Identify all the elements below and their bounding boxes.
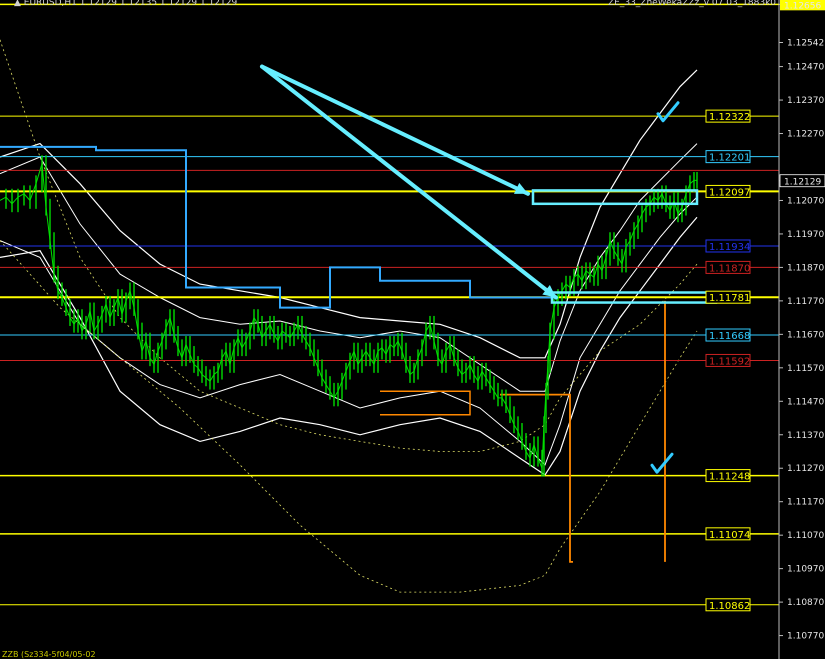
- level-label-level-cyan-2: 1.11668: [709, 331, 750, 342]
- axis-tick-label: 1.10970: [787, 565, 824, 575]
- level-label-level-yellow-3: 1.11248: [709, 472, 750, 483]
- level-label-resistance-2: 1.12201: [709, 153, 750, 164]
- level-label-level-yellow-4: 1.11074: [709, 530, 750, 541]
- chart-background: [0, 0, 825, 659]
- level-label-level-red-3: 1.11592: [709, 356, 750, 367]
- level-label-level-blue: 1.11934: [709, 242, 750, 253]
- axis-current-price-label: 1.12129: [784, 178, 821, 188]
- level-label-level-yellow-5: 1.10862: [709, 601, 750, 612]
- axis-tick-label: 1.11670: [787, 330, 824, 340]
- axis-tick-label: 1.12542: [787, 38, 824, 48]
- axis-tick-label: 1.12470: [787, 63, 824, 73]
- axis-top-price-label: 1.12656: [784, 1, 821, 11]
- axis-tick-label: 1.12070: [787, 196, 824, 206]
- chart-footer-left: ZZB (Sz334-5f04/05-02: [2, 650, 96, 659]
- axis-tick-label: 1.11870: [787, 263, 824, 273]
- axis-tick-label: 1.12370: [787, 96, 824, 106]
- level-label-level-red-2: 1.11870: [709, 263, 750, 274]
- axis-tick-label: 1.12270: [787, 130, 824, 140]
- axis-tick-label: 1.11370: [787, 431, 824, 441]
- axis-tick-label: 1.11470: [787, 397, 824, 407]
- level-label-level-yellow-2: 1.11781: [709, 293, 750, 304]
- level-label-level-yellow-main: 1.12097: [709, 187, 750, 198]
- level-labels: 1.12322 1.12201 1.12097 1.11934 1.11870 1.117…: [705, 109, 751, 612]
- axis-tick-label: 1.11270: [787, 464, 824, 474]
- chart-header-right: ZE_33_ZheWekaZZz_v 07 03_1883k0: [608, 0, 776, 8]
- axis-tick-label: 1.11570: [787, 364, 824, 374]
- axis-tick-label: 1.11970: [787, 230, 824, 240]
- axis-tick-label: 1.11770: [787, 297, 824, 307]
- chart-window[interactable]: 1.12656 1.12542 1.12470 1.12370 1.12270 1.121…: [0, 0, 825, 659]
- axis-tick-label: 1.11170: [787, 498, 824, 508]
- price-chart[interactable]: 1.12656 1.12542 1.12470 1.12370 1.12270 1.121…: [0, 0, 825, 659]
- axis-tick-label: 1.10870: [787, 598, 824, 608]
- level-label-resistance-1: 1.12322: [709, 112, 750, 123]
- axis-tick-label: 1.11070: [787, 531, 824, 541]
- chart-header-left: ▲ EURUSD,H1 1.12129 1.12135 1.12129 1.12…: [14, 0, 237, 8]
- axis-tick-label: 1.10770: [787, 632, 824, 642]
